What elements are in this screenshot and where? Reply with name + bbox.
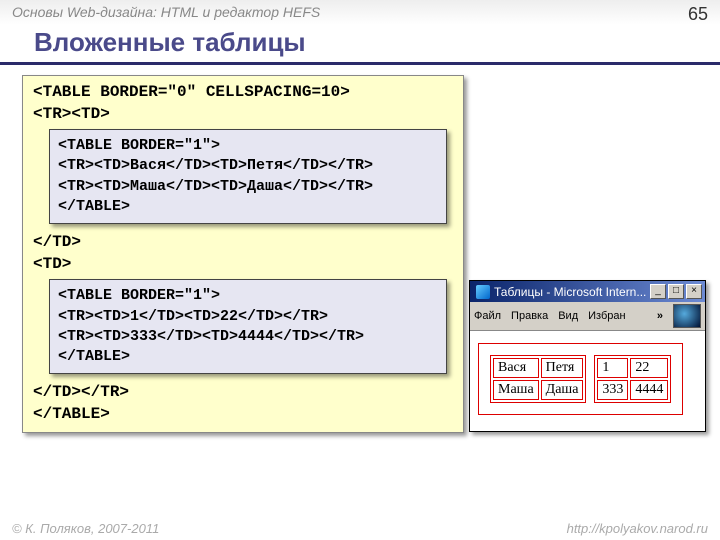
rendered-table-1: Вася Петя Маша Даша	[490, 355, 586, 403]
cell: Петя	[541, 358, 584, 378]
header: Основы Web-дизайна: HTML и редактор HEFS…	[0, 0, 720, 25]
rendered-table-2: 1 22 333 4444	[594, 355, 671, 403]
chevron-icon[interactable]: »	[657, 310, 663, 322]
maximize-button[interactable]: □	[668, 284, 684, 299]
code-line: </TD>	[33, 232, 453, 254]
menu-fav[interactable]: Избран	[588, 310, 625, 322]
code-line: <TR><TD>	[33, 104, 453, 126]
copyright: © К. Поляков, 2007-2011	[12, 521, 159, 536]
menu-edit[interactable]: Правка	[511, 310, 548, 322]
close-button[interactable]: ×	[686, 284, 702, 299]
code-line: <TD>	[33, 254, 453, 276]
menu-file[interactable]: Файл	[474, 310, 501, 322]
code-line: </TABLE>	[58, 197, 438, 217]
course-name: Основы Web-дизайна: HTML и редактор HEFS	[12, 4, 320, 25]
page-title: Вложенные таблицы	[0, 25, 720, 65]
code-line: </TD></TR>	[33, 382, 453, 404]
cell: 22	[630, 358, 668, 378]
ie-throbber-icon	[673, 304, 701, 328]
cell: Маша	[493, 380, 539, 400]
window-title: Таблицы - Microsoft Intern...	[494, 285, 648, 299]
minimize-button[interactable]: _	[650, 284, 666, 299]
browser-menubar: Файл Правка Вид Избран »	[470, 302, 705, 331]
code-line: <TABLE BORDER="1">	[58, 286, 438, 306]
window-titlebar: Таблицы - Microsoft Intern... _ □ ×	[470, 281, 705, 302]
footer: © К. Поляков, 2007-2011 http://kpolyakov…	[12, 521, 708, 536]
menu-view[interactable]: Вид	[558, 310, 578, 322]
cell: 333	[597, 380, 628, 400]
rendered-outer-table: Вася Петя Маша Даша 1 22	[478, 343, 683, 415]
code-line: <TR><TD>Маша</TD><TD>Даша</TD></TR>	[58, 177, 438, 197]
footer-url: http://kpolyakov.narod.ru	[567, 521, 708, 536]
code-line: <TR><TD>1</TD><TD>22</TD></TR>	[58, 307, 438, 327]
browser-window: Таблицы - Microsoft Intern... _ □ × Файл…	[469, 280, 706, 432]
page-number: 65	[688, 4, 708, 25]
cell: 1	[597, 358, 628, 378]
browser-viewport: Вася Петя Маша Даша 1 22	[470, 331, 705, 431]
cell: Даша	[541, 380, 584, 400]
ie-icon	[476, 285, 490, 299]
cell: Вася	[493, 358, 539, 378]
code-line: <TABLE BORDER="1">	[58, 136, 438, 156]
cell: 4444	[630, 380, 668, 400]
code-block-outer: <TABLE BORDER="0" CELLSPACING=10> <TR><T…	[22, 75, 464, 433]
code-line: <TR><TD>333</TD><TD>4444</TD></TR>	[58, 327, 438, 347]
code-block-inner-2: <TABLE BORDER="1"> <TR><TD>1</TD><TD>22<…	[49, 279, 447, 374]
code-line: </TABLE>	[33, 404, 453, 426]
code-line: </TABLE>	[58, 347, 438, 367]
code-line: <TR><TD>Вася</TD><TD>Петя</TD></TR>	[58, 156, 438, 176]
code-line: <TABLE BORDER="0" CELLSPACING=10>	[33, 82, 453, 104]
code-block-inner-1: <TABLE BORDER="1"> <TR><TD>Вася</TD><TD>…	[49, 129, 447, 224]
